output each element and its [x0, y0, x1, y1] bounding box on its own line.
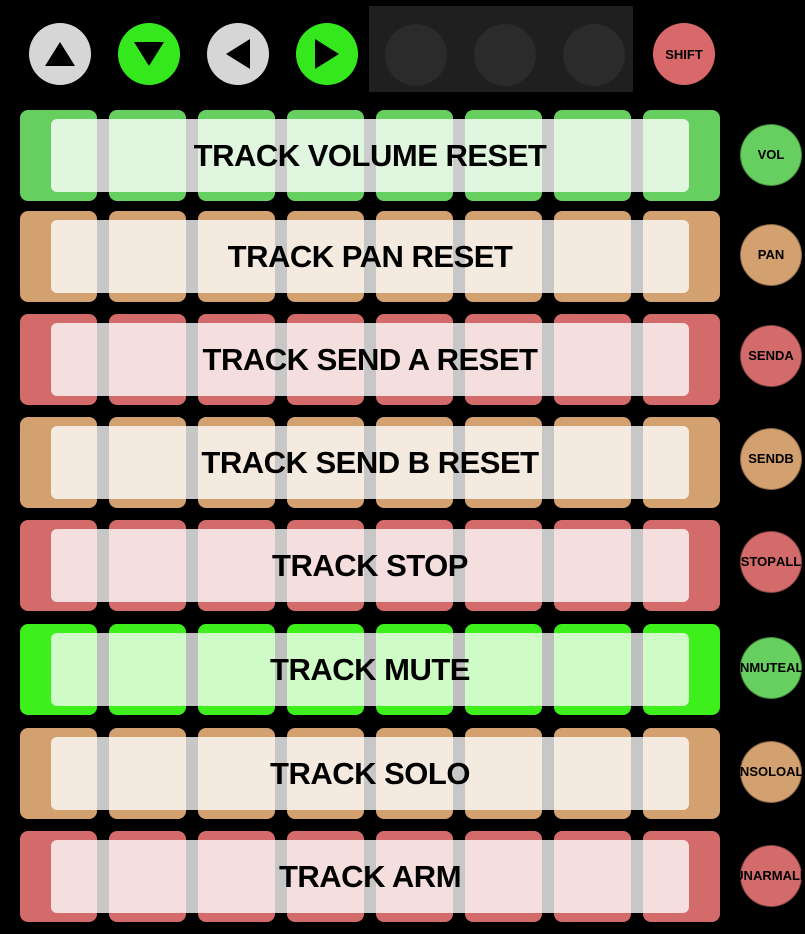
row-function-overlay[interactable]: TRACK SEND A RESET	[51, 323, 689, 396]
scene-launch-button[interactable]: UNSOLOALL	[731, 741, 805, 803]
scene-button-label-line2: A	[784, 348, 794, 363]
scene-launch-button[interactable]: SEND B	[740, 428, 802, 490]
scene-launch-button[interactable]: UNARM ALL	[734, 845, 805, 907]
down-arrow-icon	[134, 42, 164, 66]
row-function-overlay[interactable]: TRACK STOP	[51, 529, 689, 602]
row-function-overlay[interactable]: TRACK PAN RESET	[51, 220, 689, 293]
row-function-label: TRACK PAN RESET	[227, 238, 513, 274]
scene-button-label-line2: ALL	[786, 660, 805, 675]
row-function-label: TRACK SEND A RESET	[202, 341, 538, 377]
pad-row: TRACK PAN RESET	[20, 211, 720, 302]
row-function-overlay[interactable]: TRACK MUTE	[51, 633, 689, 706]
right-arrow-button[interactable]	[296, 23, 358, 85]
scene-button-label-line1: STOP	[740, 554, 776, 569]
scene-button-label-line1: UNARM	[734, 868, 783, 883]
scene-launch-button[interactable]: PAN	[740, 224, 802, 286]
inactive-button-panel	[369, 6, 633, 92]
shift-button[interactable]: SHIFT	[653, 23, 715, 85]
row-function-overlay[interactable]: TRACK ARM	[51, 840, 689, 913]
pad-row: TRACK SEND A RESET	[20, 314, 720, 405]
scene-button-label-line1: VOL	[757, 147, 785, 162]
top-control-bar: SHIFT	[0, 0, 805, 110]
scene-button-label-line2: ALL	[782, 868, 805, 883]
row-function-overlay[interactable]: TRACK SOLO	[51, 737, 689, 810]
scene-button-label-line1: SEND	[748, 348, 785, 363]
scene-button-label-line2: ALL	[775, 554, 802, 569]
inactive-round-button	[474, 24, 536, 86]
pad-row: TRACK VOLUME RESET	[20, 110, 720, 201]
scene-button-label-line2: B	[784, 451, 794, 466]
row-function-label: TRACK SEND B RESET	[201, 444, 539, 480]
row-function-label: TRACK STOP	[272, 547, 468, 583]
pad-row: TRACK SOLO	[20, 728, 720, 819]
row-function-overlay[interactable]: TRACK VOLUME RESET	[51, 119, 689, 192]
scene-launch-button[interactable]: STOP ALL	[740, 531, 802, 593]
pad-row: TRACK SEND B RESET	[20, 417, 720, 508]
scene-button-label-line1: UNMUTE	[730, 660, 787, 675]
row-function-label: TRACK SOLO	[270, 755, 470, 791]
pad-row: TRACK ARM	[20, 831, 720, 922]
inactive-round-button	[563, 24, 625, 86]
row-function-overlay[interactable]: TRACK SEND B RESET	[51, 426, 689, 499]
scene-launch-button[interactable]: UNMUTEALL	[731, 637, 805, 699]
pad-row: TRACK STOP	[20, 520, 720, 611]
scene-launch-button[interactable]: SEND A	[740, 325, 802, 387]
up-arrow-button[interactable]	[29, 23, 91, 85]
row-function-label: TRACK ARM	[278, 858, 462, 894]
up-arrow-icon	[45, 42, 75, 66]
right-arrow-icon	[315, 39, 339, 69]
down-arrow-button[interactable]	[118, 23, 180, 85]
scene-button-label-line1: UNSOLO	[730, 764, 787, 779]
scene-button-label-line1: SEND	[748, 451, 785, 466]
inactive-round-button	[385, 24, 447, 86]
scene-launch-button[interactable]: VOL	[740, 124, 802, 186]
scene-button-label-line2: ALL	[786, 764, 805, 779]
row-function-label: TRACK VOLUME RESET	[193, 137, 547, 173]
pad-row: TRACK MUTE	[20, 624, 720, 715]
left-arrow-button[interactable]	[207, 23, 269, 85]
row-function-label: TRACK MUTE	[270, 651, 470, 687]
left-arrow-icon	[226, 39, 250, 69]
scene-button-label-line1: PAN	[757, 247, 785, 262]
